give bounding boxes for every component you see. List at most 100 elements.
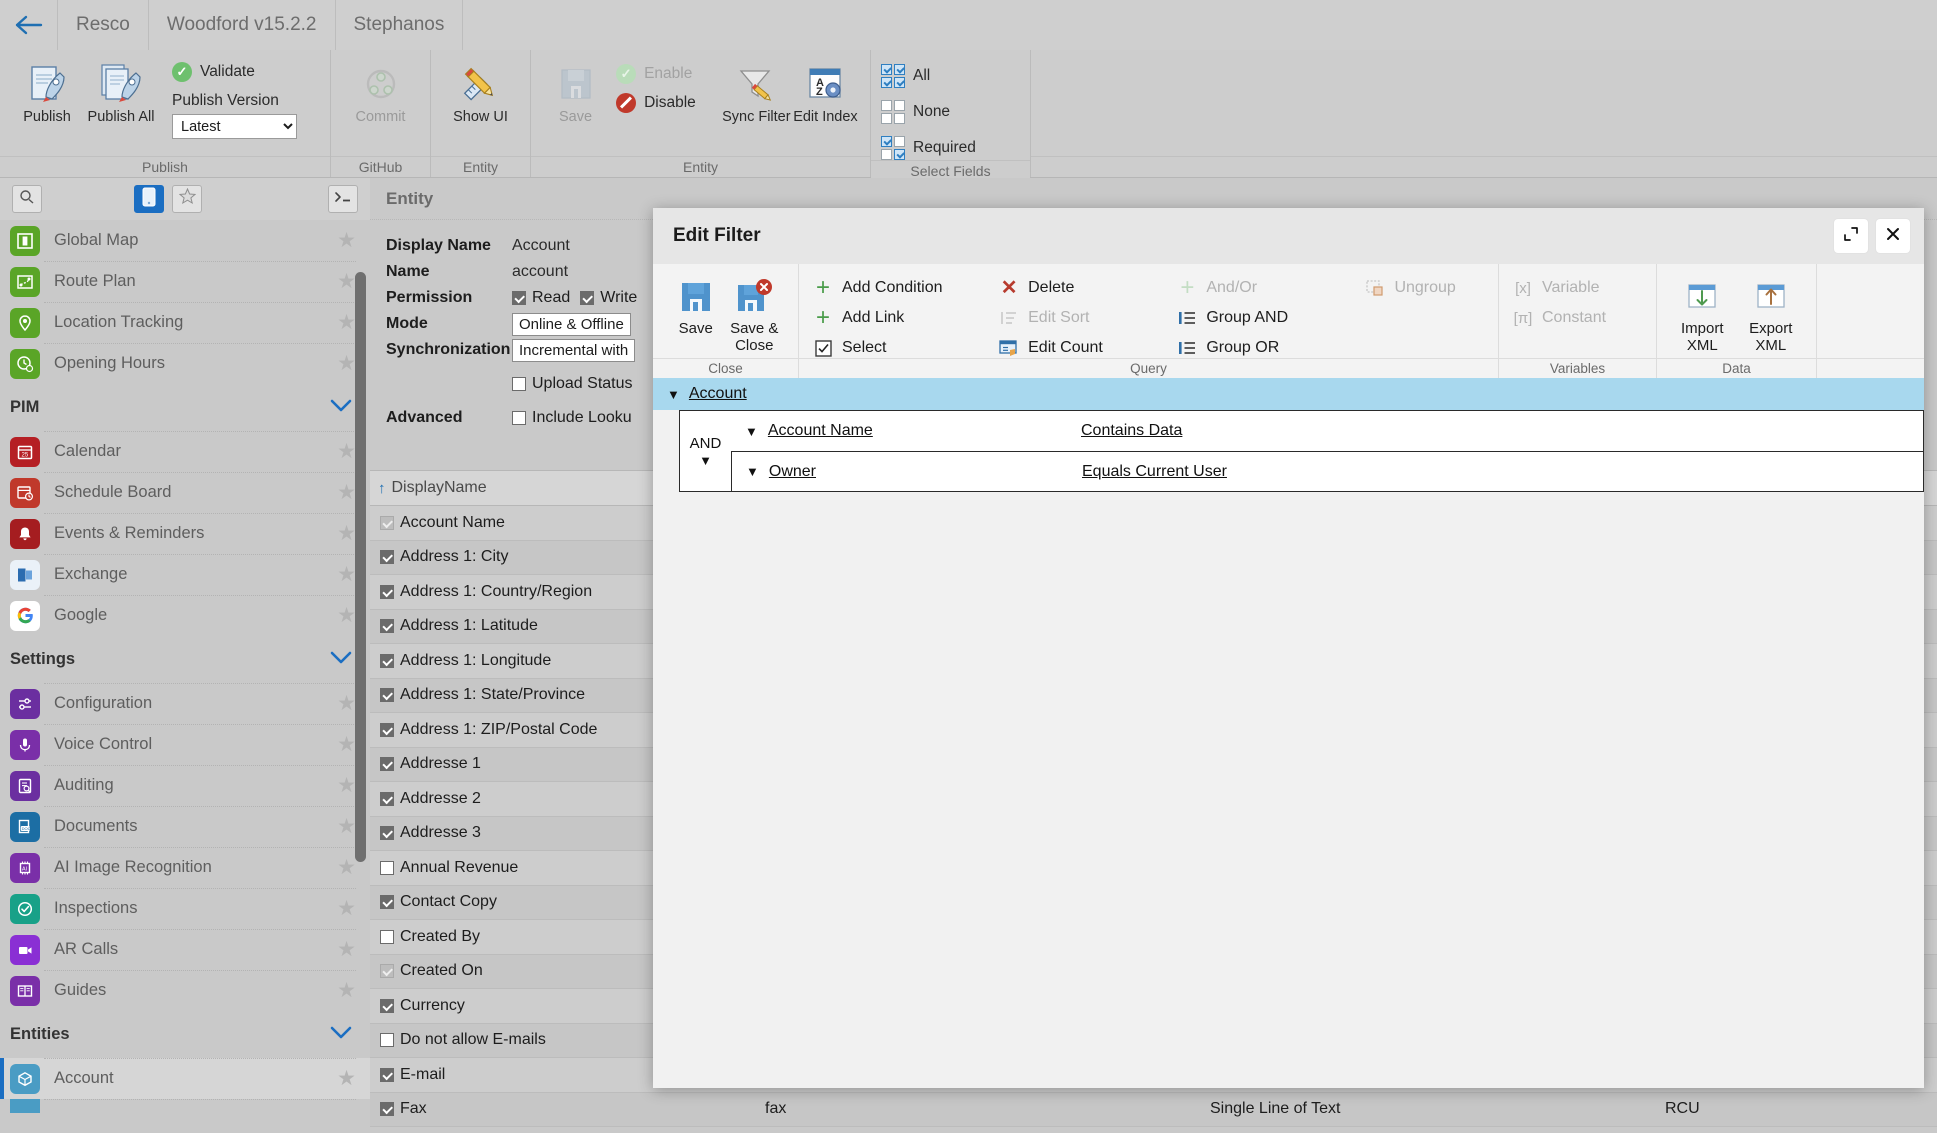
field-checkbox[interactable] xyxy=(380,895,394,910)
favorite-star-icon[interactable]: ★ xyxy=(337,564,356,585)
select-none-button[interactable]: None xyxy=(881,100,976,124)
field-checkbox[interactable] xyxy=(380,757,394,772)
field-checkbox[interactable] xyxy=(380,826,394,841)
edit-sort-button[interactable]: Edit Sort xyxy=(999,309,1147,327)
favorite-star-icon[interactable]: ★ xyxy=(337,482,356,503)
field-checkbox[interactable] xyxy=(380,515,394,530)
sidebar-item-account[interactable]: Account ★ xyxy=(0,1058,370,1099)
field-checkbox[interactable] xyxy=(380,688,394,703)
save-entity-button[interactable]: Save xyxy=(541,58,610,125)
favorite-star-icon[interactable]: ★ xyxy=(337,230,356,251)
import-xml-button[interactable]: Import XML xyxy=(1671,274,1734,354)
group-and-button[interactable]: Group AND xyxy=(1177,309,1335,327)
export-xml-button[interactable]: Export XML xyxy=(1740,274,1803,354)
field-checkbox[interactable] xyxy=(380,584,394,599)
filter-condition-row[interactable]: ▼ Owner Equals Current User xyxy=(731,451,1924,492)
filter-condition-operator[interactable]: Equals Current User xyxy=(1082,463,1227,481)
sidebar-item-guides[interactable]: Guides ★ xyxy=(0,970,370,1011)
tab-stephanos[interactable]: Stephanos xyxy=(336,0,464,50)
search-button[interactable] xyxy=(12,185,42,213)
sidebar-item-schedule-board[interactable]: Schedule Board ★ xyxy=(0,472,370,513)
table-row[interactable]: Fax fax Single Line of Text RCU xyxy=(370,1092,1937,1127)
dialog-save-button[interactable]: Save xyxy=(667,274,725,338)
sidebar-item-opening-hours[interactable]: Opening Hours ★ xyxy=(0,343,370,384)
filter-logic-operator[interactable]: AND ▼ xyxy=(679,410,731,492)
and-or-button[interactable]: + And/Or xyxy=(1177,276,1335,300)
sidebar-item-voice-control[interactable]: Voice Control ★ xyxy=(0,724,370,765)
permission-write-checkbox[interactable] xyxy=(580,291,595,305)
sidebar-item-inspections[interactable]: Inspections ★ xyxy=(0,888,370,929)
sync-filter-button[interactable]: Sync Filter xyxy=(722,58,791,125)
publish-button[interactable]: Publish xyxy=(10,58,84,125)
tab-resco[interactable]: Resco xyxy=(58,0,149,50)
publish-all-button[interactable]: Publish All xyxy=(84,58,158,125)
favorite-star-icon[interactable]: ★ xyxy=(337,898,356,919)
field-checkbox[interactable] xyxy=(380,1067,394,1082)
sidebar-item-configuration[interactable]: Configuration ★ xyxy=(0,683,370,724)
filter-root-label[interactable]: Account xyxy=(689,385,747,403)
show-ui-button[interactable]: Show UI xyxy=(444,58,518,125)
delete-button[interactable]: ✕ Delete xyxy=(999,278,1147,298)
add-condition-button[interactable]: + Add Condition xyxy=(813,276,969,300)
sidebar-item-partial[interactable] xyxy=(0,1099,370,1113)
favorite-star-icon[interactable]: ★ xyxy=(337,312,356,333)
favorite-star-icon[interactable]: ★ xyxy=(337,271,356,292)
sync-select[interactable]: Incremental with xyxy=(512,338,636,362)
validate-button[interactable]: ✓ Validate xyxy=(172,62,297,82)
upload-status-checkbox[interactable] xyxy=(512,377,526,391)
favorites-button[interactable] xyxy=(172,185,202,213)
filter-condition-operator[interactable]: Contains Data xyxy=(1081,422,1182,440)
sidebar-section-settings[interactable]: Settings xyxy=(0,636,370,683)
favorite-star-icon[interactable]: ★ xyxy=(337,816,356,837)
sidebar-scrollbar[interactable] xyxy=(355,272,366,862)
close-button[interactable] xyxy=(1876,219,1910,253)
select-all-button[interactable]: All xyxy=(881,64,976,88)
maximize-button[interactable] xyxy=(1834,219,1868,253)
disable-button[interactable]: Disable xyxy=(616,93,696,113)
device-view-button[interactable] xyxy=(134,185,164,213)
add-link-button[interactable]: + Add Link xyxy=(813,306,969,330)
permission-read-checkbox[interactable] xyxy=(512,291,526,305)
favorite-star-icon[interactable]: ★ xyxy=(337,1068,356,1089)
commit-button[interactable]: Commit xyxy=(344,58,418,125)
filter-root-node[interactable]: ▼ Account xyxy=(653,378,1924,410)
favorite-star-icon[interactable]: ★ xyxy=(337,693,356,714)
sidebar-item-route-plan[interactable]: Route Plan ★ xyxy=(0,261,370,302)
field-checkbox[interactable] xyxy=(380,998,394,1013)
sidebar-item-ar-calls[interactable]: AR Calls ★ xyxy=(0,929,370,970)
select-button[interactable]: Select xyxy=(813,339,969,357)
field-checkbox[interactable] xyxy=(380,791,394,806)
favorite-star-icon[interactable]: ★ xyxy=(337,605,356,626)
sidebar-item-exchange[interactable]: Exchange ★ xyxy=(0,554,370,595)
tab-woodford[interactable]: Woodford v15.2.2 xyxy=(149,0,336,50)
filter-condition-field[interactable]: Owner xyxy=(769,463,816,481)
favorite-star-icon[interactable]: ★ xyxy=(337,734,356,755)
variable-button[interactable]: [x] Variable xyxy=(1513,279,1606,297)
include-lookups-checkbox[interactable] xyxy=(512,411,526,425)
publish-version-select[interactable]: Latest xyxy=(172,114,297,139)
field-checkbox[interactable] xyxy=(380,1102,394,1117)
back-button[interactable] xyxy=(0,0,58,50)
edit-count-button[interactable]: Edit Count xyxy=(999,339,1147,357)
favorite-star-icon[interactable]: ★ xyxy=(337,980,356,1001)
sidebar-item-global-map[interactable]: Global Map ★ xyxy=(0,220,370,261)
field-checkbox[interactable] xyxy=(380,964,394,979)
field-checkbox[interactable] xyxy=(380,1033,394,1048)
favorite-star-icon[interactable]: ★ xyxy=(337,441,356,462)
favorite-star-icon[interactable]: ★ xyxy=(337,523,356,544)
select-required-button[interactable]: Required xyxy=(881,136,976,160)
favorite-star-icon[interactable]: ★ xyxy=(337,775,356,796)
field-checkbox[interactable] xyxy=(380,550,394,565)
group-or-button[interactable]: Group OR xyxy=(1177,339,1335,357)
constant-button[interactable]: [π] Constant xyxy=(1513,309,1606,327)
field-checkbox[interactable] xyxy=(380,929,394,944)
console-button[interactable] xyxy=(328,185,358,213)
sidebar-item-auditing[interactable]: Auditing ★ xyxy=(0,765,370,806)
sidebar-item-ai-image-recognition[interactable]: AI AI Image Recognition ★ xyxy=(0,847,370,888)
favorite-star-icon[interactable]: ★ xyxy=(337,939,356,960)
field-checkbox[interactable] xyxy=(380,619,394,634)
field-checkbox[interactable] xyxy=(380,653,394,668)
sidebar-item-events-reminders[interactable]: Events & Reminders ★ xyxy=(0,513,370,554)
edit-index-button[interactable]: A Z Edit Index xyxy=(791,58,860,125)
field-checkbox[interactable] xyxy=(380,722,394,737)
